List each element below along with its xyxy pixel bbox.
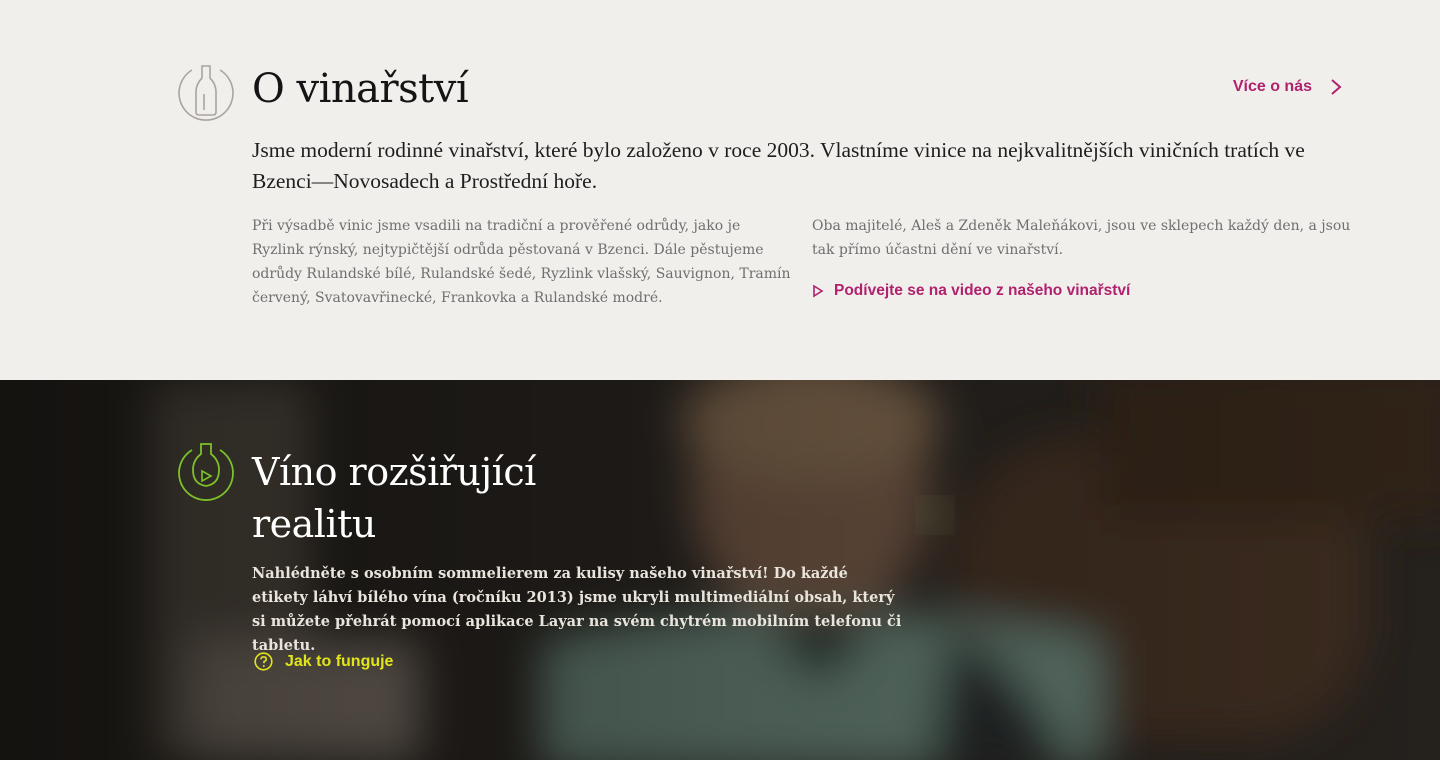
question-circle-icon [254,652,273,671]
about-lead: Jsme moderní rodinné vinařství, které by… [252,138,1305,193]
page-title: O vinařství [252,66,469,112]
about-section: O vinařství Více o nás Jsme moderní rodi… [0,0,1440,380]
about-varieties-text: Při výsadbě vinic jsme vsadili na tradič… [252,218,791,306]
video-link[interactable]: Podívejte se na video z našeho vinařství [812,282,1130,300]
ar-section: Víno rozšiřující realitu Nahlédněte s os… [0,380,1440,760]
ar-title: Víno rozšiřující realitu [252,450,536,546]
ar-description: Nahlédněte s osobním sommelierem za kuli… [252,565,902,654]
play-icon [813,284,824,298]
how-it-works-link[interactable]: Jak to funguje [254,652,393,671]
chevron-right-icon [1331,79,1342,95]
more-about-link[interactable]: Více o nás [1233,78,1342,96]
video-link-label: Podívejte se na video z našeho vinařství [834,282,1131,299]
bottle-play-icon [178,442,234,502]
wine-bottle-icon [178,62,234,122]
more-about-label: Více o nás [1232,78,1312,95]
how-it-works-label: Jak to funguje [285,652,394,670]
about-owners-text: Oba majitelé, Aleš a Zdeněk Maleňákovi, … [812,218,1351,258]
